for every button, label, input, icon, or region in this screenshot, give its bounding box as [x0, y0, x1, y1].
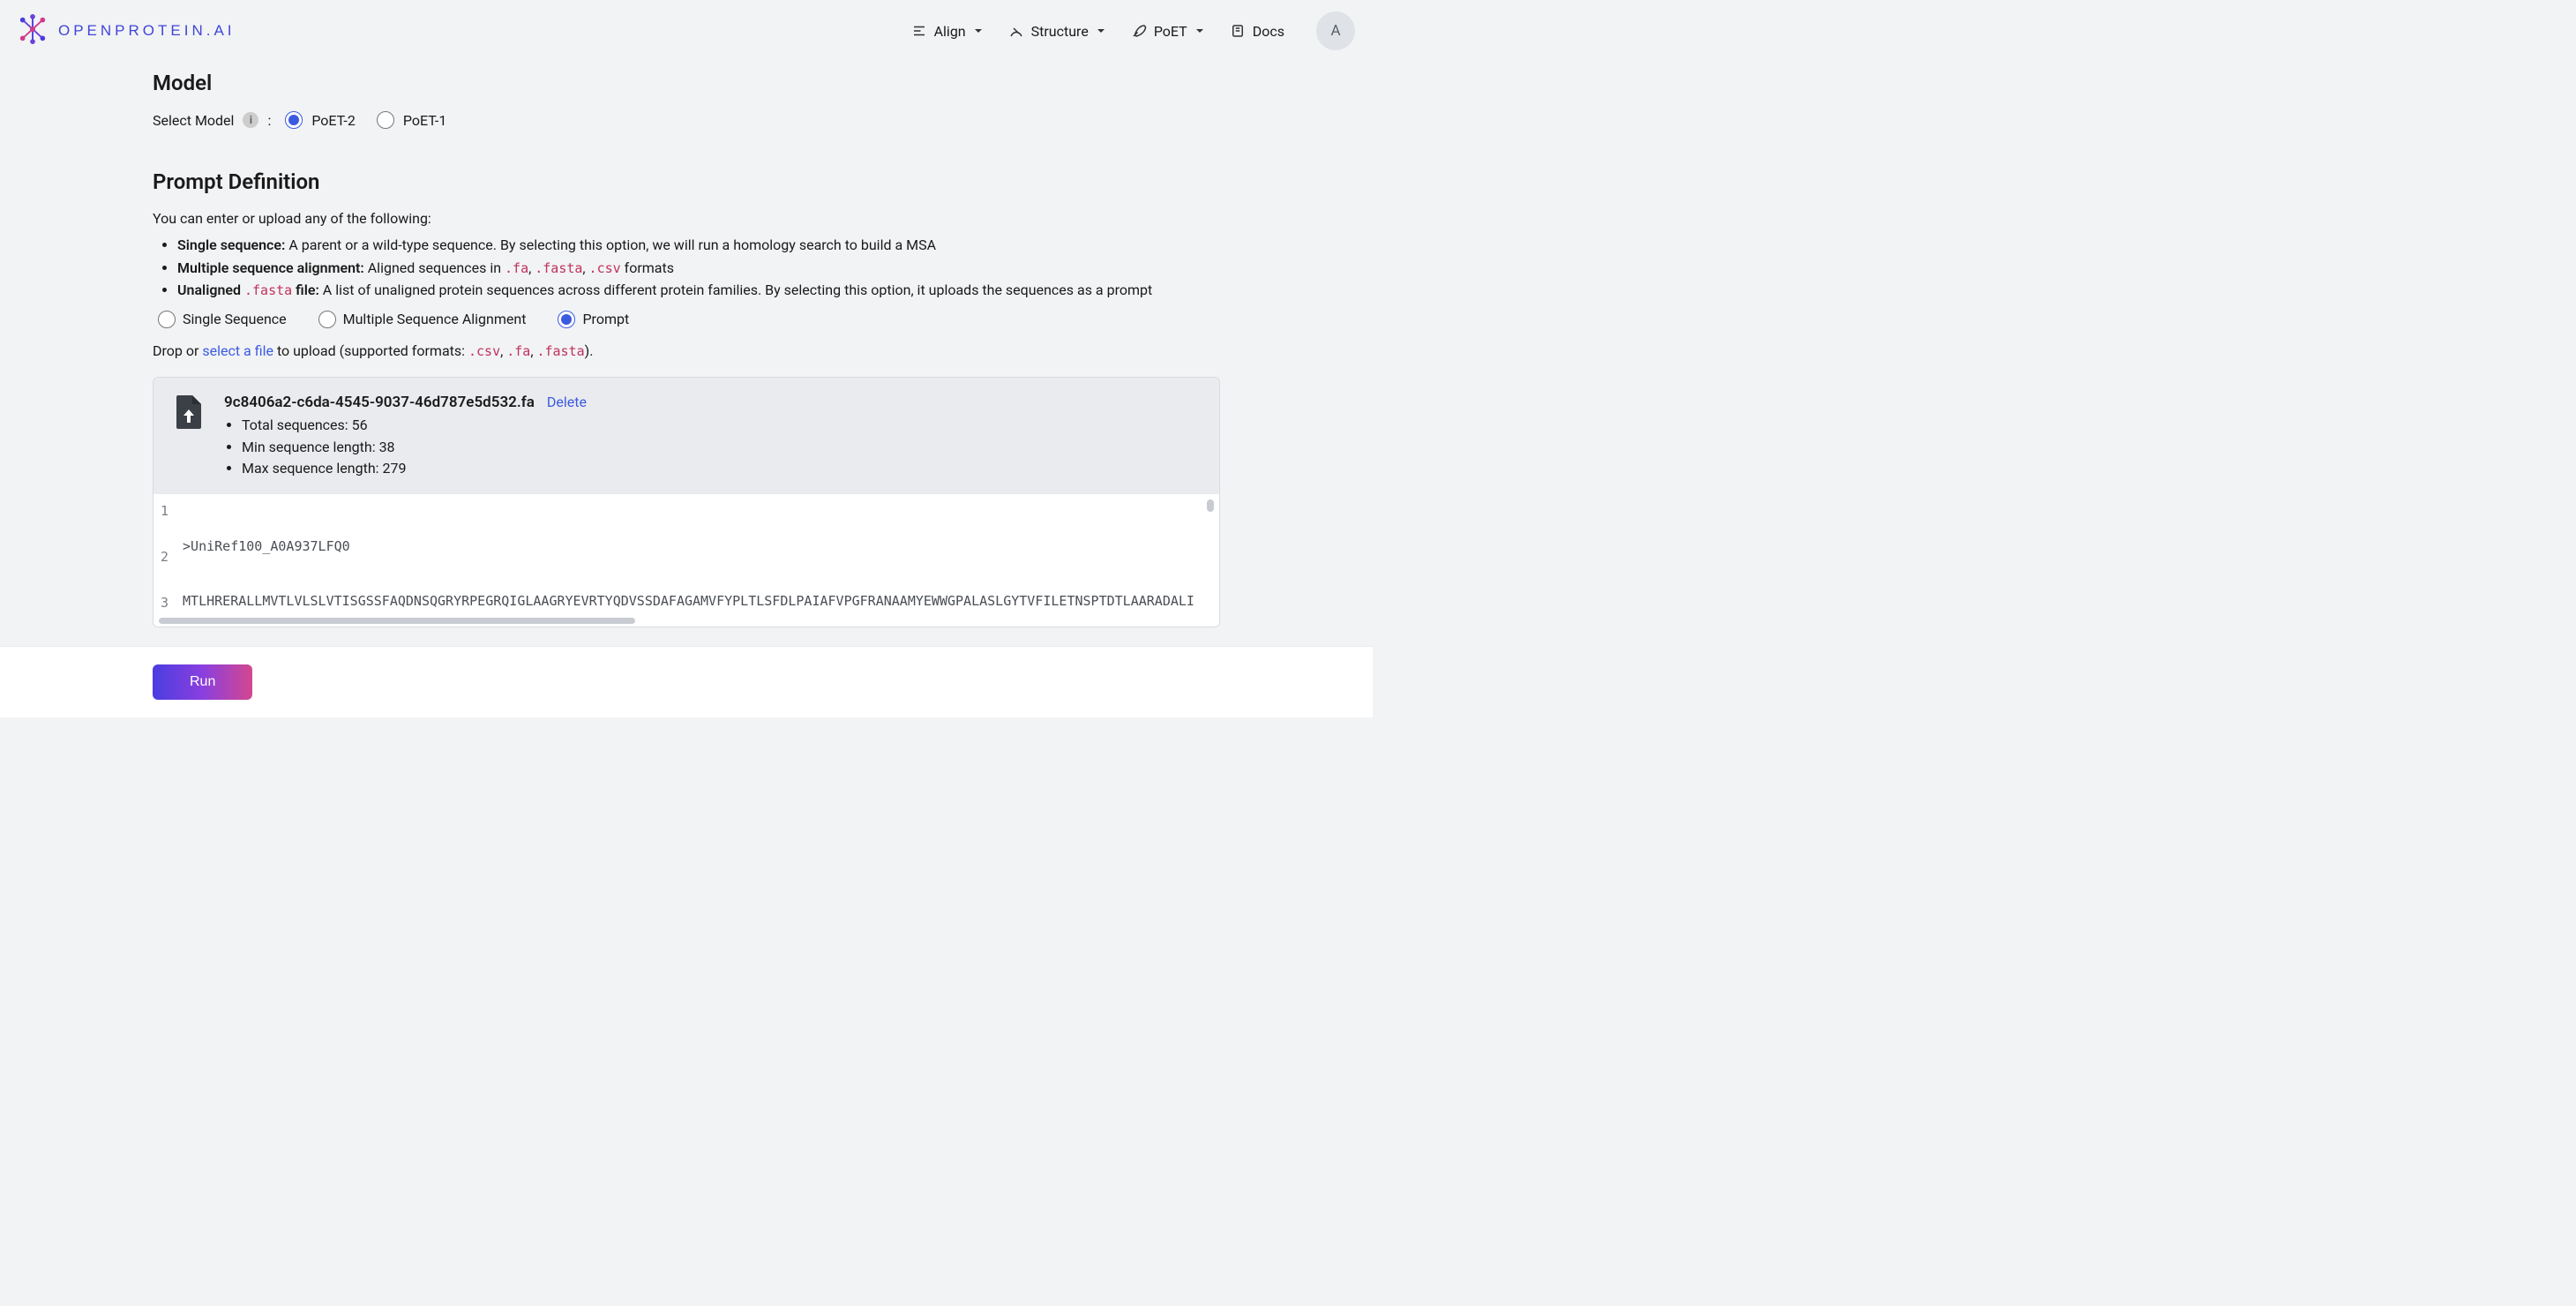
radio-poet2-label[interactable]: PoET-2: [311, 112, 356, 129]
radio-poet2[interactable]: [285, 111, 303, 129]
chevron-down-icon: [1096, 26, 1106, 36]
bullet-unaligned: Unaligned .fasta file: A list of unalign…: [177, 279, 1220, 302]
sequence-lines: >UniRef100_A0A937LFQ0 MTLHRERALLMVTLVLSL…: [176, 494, 1219, 627]
stat-max: Max sequence length: 279: [242, 458, 587, 480]
bullet-single: Single sequence: A parent or a wild-type…: [177, 234, 1220, 257]
stat-min: Min sequence length: 38: [242, 437, 587, 459]
info-icon[interactable]: i: [243, 112, 258, 128]
nav-align-label: Align: [934, 23, 966, 40]
nav-docs-label: Docs: [1253, 23, 1284, 40]
brand-logo[interactable]: OPENPROTEIN.AI: [18, 13, 236, 49]
uploaded-file-card: 9c8406a2-c6da-4545-9037-46d787e5d532.fa …: [153, 377, 1220, 627]
avatar-initial: A: [1330, 22, 1340, 40]
sequence-gutter: 1 2 3: [154, 494, 176, 627]
chevron-down-icon: [973, 26, 984, 36]
select-model-label: Select Model: [153, 112, 234, 129]
prompt-def-intro: You can enter or upload any of the follo…: [153, 210, 1220, 227]
delete-file-link[interactable]: Delete: [547, 394, 587, 410]
nav-poet[interactable]: PoET: [1131, 23, 1205, 40]
radio-msa-label[interactable]: Multiple Sequence Alignment: [343, 311, 527, 327]
sequence-viewer[interactable]: 1 2 3 >UniRef100_A0A937LFQ0 MTLHRERALLMV…: [154, 494, 1219, 627]
chevron-down-icon: [1194, 26, 1205, 36]
radio-single-seq-label[interactable]: Single Sequence: [183, 311, 287, 327]
nav-docs[interactable]: Docs: [1230, 23, 1284, 40]
feather-icon: [1131, 23, 1147, 39]
brand-logo-icon: [18, 13, 48, 49]
brand-text: OPENPROTEIN.AI: [58, 22, 236, 40]
radio-poet1[interactable]: [377, 111, 394, 129]
avatar[interactable]: A: [1316, 11, 1355, 50]
file-upload-icon: [173, 394, 205, 431]
structure-icon: [1008, 23, 1024, 39]
select-file-link[interactable]: select a file: [202, 342, 273, 359]
radio-single-seq[interactable]: [158, 311, 176, 328]
select-model-colon: :: [267, 112, 271, 129]
nav-structure[interactable]: Structure: [1008, 23, 1106, 40]
radio-prompt-label[interactable]: Prompt: [582, 311, 629, 327]
nav-structure-label: Structure: [1031, 23, 1089, 40]
book-icon: [1230, 23, 1246, 39]
file-name: 9c8406a2-c6da-4545-9037-46d787e5d532.fa: [224, 394, 535, 411]
stat-total: Total sequences: 56: [242, 415, 587, 437]
nav-poet-label: PoET: [1154, 23, 1187, 40]
nav-align[interactable]: Align: [911, 23, 984, 40]
model-heading: Model: [153, 71, 1220, 95]
prompt-def-heading: Prompt Definition: [153, 169, 1220, 194]
radio-msa[interactable]: [318, 311, 336, 328]
horizontal-scrollbar-thumb[interactable]: [159, 618, 635, 624]
radio-prompt[interactable]: [558, 311, 575, 328]
radio-poet1-label[interactable]: PoET-1: [403, 112, 447, 129]
run-button[interactable]: Run: [153, 664, 252, 700]
vertical-scrollbar-thumb[interactable]: [1207, 499, 1214, 512]
bullet-msa: Multiple sequence alignment: Aligned seq…: [177, 257, 1220, 280]
drop-line: Drop or select a file to upload (support…: [153, 342, 1220, 359]
align-icon: [911, 23, 927, 39]
